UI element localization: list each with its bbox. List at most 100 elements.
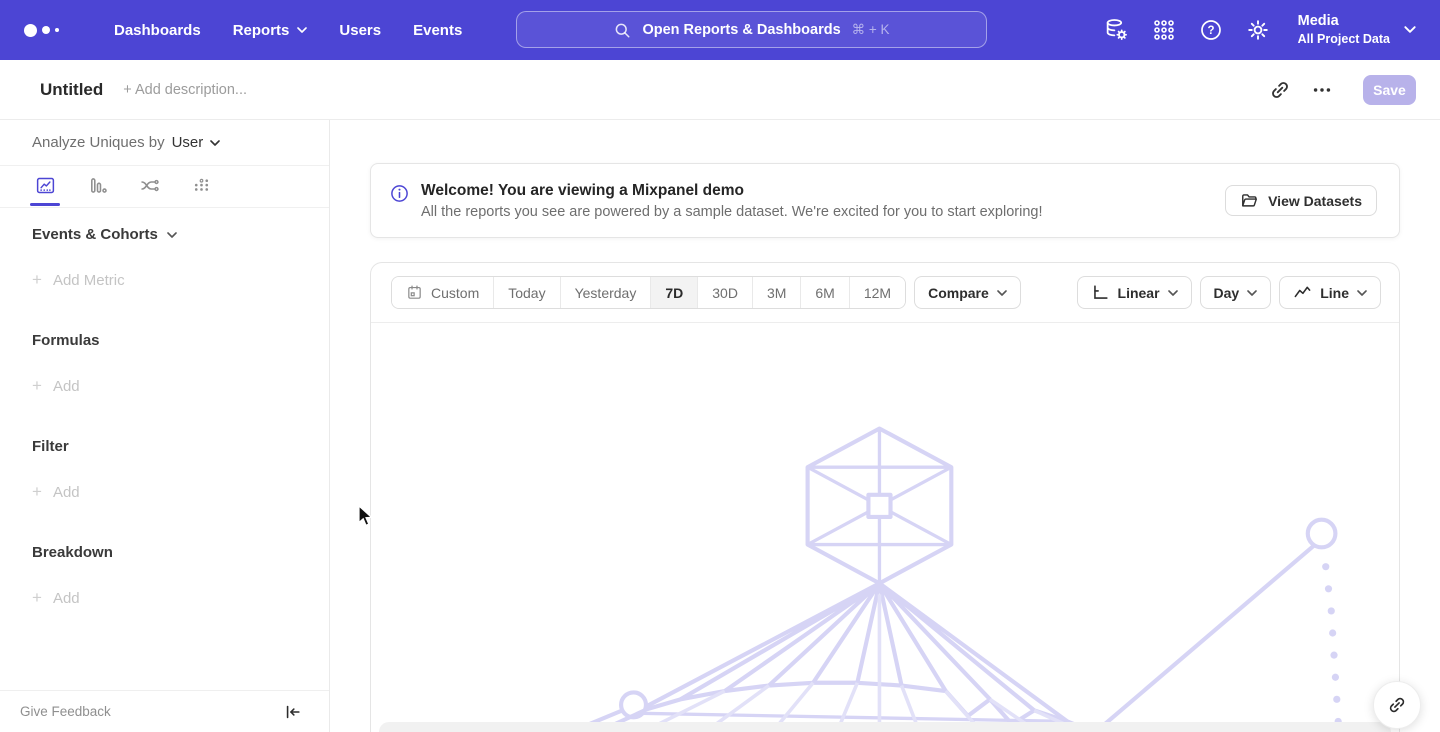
date-range-12m[interactable]: 12M: [849, 277, 905, 308]
gear-icon: [1246, 18, 1270, 42]
view-datasets-button[interactable]: View Datasets: [1225, 185, 1377, 216]
chevron-down-icon: [167, 232, 177, 238]
line-chart-icon: [1293, 283, 1312, 302]
interval-dropdown[interactable]: Day: [1200, 276, 1272, 309]
section-formulas: Formulas +Add: [0, 332, 329, 396]
tab-metrics[interactable]: [188, 175, 214, 207]
date-range-segmented-control: Custom Today Yesterday 7D 30D 3M 6M 12M: [391, 276, 906, 309]
link-icon: [1387, 695, 1407, 715]
add-metric-button[interactable]: +Add Metric: [32, 270, 125, 290]
project-name: Media: [1298, 13, 1390, 30]
more-options-button[interactable]: [1305, 73, 1339, 107]
data-management-button[interactable]: [1104, 17, 1129, 42]
chart-controls-row: Custom Today Yesterday 7D 30D 3M 6M 12M …: [371, 263, 1399, 323]
chevron-down-icon: [1404, 26, 1416, 33]
app-body: Analyze Uniques by User Events & Cohorts…: [0, 120, 1440, 732]
banner-title: Welcome! You are viewing a Mixpanel demo: [421, 182, 1043, 200]
database-gear-icon: [1104, 17, 1129, 42]
report-title[interactable]: Untitled: [40, 80, 103, 100]
empty-state-illustration: [371, 423, 1399, 732]
project-scope: All Project Data: [1298, 31, 1390, 47]
top-nav: Dashboards Reports Users Events Open Rep…: [0, 0, 1440, 60]
breakdown-header: Breakdown: [32, 544, 329, 561]
metric-grid-tab-icon: [191, 175, 212, 196]
section-filter: Filter +Add: [0, 438, 329, 502]
apps-grid-icon: [1152, 18, 1176, 42]
collapse-sidebar-button[interactable]: [283, 702, 303, 722]
help-icon: [1199, 18, 1223, 42]
date-range-today[interactable]: Today: [493, 277, 559, 308]
primary-nav: Dashboards Reports Users Events: [82, 22, 462, 39]
add-breakdown-button[interactable]: +Add: [32, 588, 80, 608]
date-range-3m[interactable]: 3M: [752, 277, 800, 308]
tab-bar-chart[interactable]: [84, 175, 110, 207]
add-formula-button[interactable]: +Add: [32, 376, 80, 396]
events-cohorts-header[interactable]: Events & Cohorts: [32, 226, 329, 243]
chart-type-dropdown[interactable]: Line: [1279, 276, 1381, 309]
report-chart-card: Custom Today Yesterday 7D 30D 3M 6M 12M …: [370, 262, 1400, 732]
formulas-header: Formulas: [32, 332, 329, 349]
collapse-left-icon: [283, 702, 303, 722]
project-switcher[interactable]: Media All Project Data: [1298, 13, 1416, 47]
search-icon: [613, 21, 631, 39]
chevron-down-icon: [1357, 290, 1367, 296]
ellipsis-icon: [1311, 79, 1333, 101]
visualization-tabs: [0, 166, 329, 208]
report-actions: Save: [1263, 73, 1416, 107]
settings-button[interactable]: [1246, 18, 1270, 42]
tab-flows[interactable]: [136, 175, 162, 207]
add-filter-button[interactable]: +Add: [32, 482, 80, 502]
next-section-peek: [379, 722, 1391, 732]
banner-subtitle: All the reports you see are powered by a…: [421, 204, 1043, 220]
compare-dropdown[interactable]: Compare: [914, 276, 1021, 309]
copy-link-button[interactable]: [1263, 73, 1297, 107]
linear-axes-icon: [1091, 283, 1110, 302]
main-content: Welcome! You are viewing a Mixpanel demo…: [330, 120, 1440, 732]
flow-tab-icon: [139, 175, 160, 196]
chevron-down-icon: [997, 290, 1007, 296]
calendar-icon: [406, 284, 423, 301]
section-events-cohorts: Events & Cohorts +Add Metric: [0, 226, 329, 290]
bar-chart-tab-icon: [87, 175, 108, 196]
date-range-yesterday[interactable]: Yesterday: [560, 277, 651, 308]
add-description-field[interactable]: + Add description...: [123, 82, 247, 98]
tab-insights-chart[interactable]: [32, 175, 58, 207]
nav-users[interactable]: Users: [339, 22, 381, 39]
scale-dropdown[interactable]: Linear: [1077, 276, 1192, 309]
chart-display-controls: Linear Day Line: [1077, 276, 1381, 309]
folder-icon: [1240, 191, 1259, 210]
date-range-7d[interactable]: 7D: [650, 277, 697, 308]
chevron-down-icon: [1168, 290, 1178, 296]
mixpanel-app: Dashboards Reports Users Events Open Rep…: [0, 0, 1440, 732]
section-breakdown: Breakdown +Add: [0, 544, 329, 608]
share-link-fab[interactable]: [1373, 681, 1421, 729]
demo-welcome-banner: Welcome! You are viewing a Mixpanel demo…: [370, 163, 1400, 238]
line-chart-tab-icon: [35, 175, 56, 196]
date-range-6m[interactable]: 6M: [800, 277, 848, 308]
date-range-custom[interactable]: Custom: [392, 277, 493, 308]
chevron-down-icon: [297, 27, 307, 33]
info-icon: [389, 183, 410, 204]
filter-header: Filter: [32, 438, 329, 455]
report-header: Untitled + Add description... Save: [0, 60, 1440, 120]
analyze-by-dropdown[interactable]: User: [172, 134, 221, 151]
nav-dashboards[interactable]: Dashboards: [114, 22, 201, 39]
nav-right-cluster: Media All Project Data: [1104, 13, 1416, 47]
save-button[interactable]: Save: [1363, 75, 1416, 105]
search-shortcut: ⌘ + K: [852, 22, 890, 38]
apps-button[interactable]: [1152, 18, 1176, 42]
search-placeholder: Open Reports & Dashboards: [642, 22, 840, 38]
empty-state: Select an Event or Cohort to get started…: [371, 323, 1399, 732]
nav-reports[interactable]: Reports: [233, 22, 308, 39]
link-icon: [1269, 79, 1291, 101]
analyze-uniques-row: Analyze Uniques by User: [0, 120, 329, 166]
sidebar-footer: Give Feedback: [0, 690, 329, 732]
help-button[interactable]: [1199, 18, 1223, 42]
mixpanel-logo[interactable]: [24, 24, 82, 37]
nav-events[interactable]: Events: [413, 22, 462, 39]
chevron-down-icon: [1247, 290, 1257, 296]
give-feedback-button[interactable]: Give Feedback: [20, 704, 111, 719]
date-range-30d[interactable]: 30D: [697, 277, 752, 308]
chevron-down-icon: [210, 140, 220, 146]
search-input[interactable]: Open Reports & Dashboards ⌘ + K: [516, 11, 987, 48]
